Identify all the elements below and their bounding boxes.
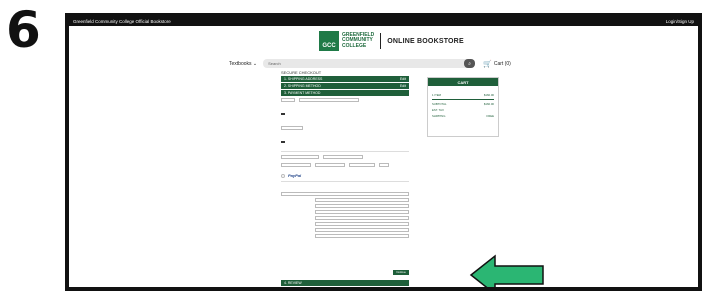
billing-field[interactable]: [315, 198, 409, 202]
cart-line-shipping: SHIPPING FREE: [428, 113, 498, 119]
cart-title: CART: [428, 78, 498, 86]
section-payment-method: 3. PAYMENT METHOD: [281, 90, 409, 96]
login-link[interactable]: Login/Sign Up: [666, 19, 694, 24]
pointer-arrow-icon: [469, 254, 544, 287]
cart-link[interactable]: 🛒 Cart (0): [483, 60, 511, 68]
billing-field[interactable]: [315, 210, 409, 214]
cart-line-value: FREE: [486, 113, 494, 118]
gcc-logo[interactable]: GCC: [319, 31, 339, 51]
paypal-radio[interactable]: [281, 173, 285, 178]
checkout-panel: SECURE CHECKOUT 1. SHIPPING ADDRESS Edit …: [281, 70, 409, 240]
payment-info-row: [281, 98, 409, 102]
store-name: ONLINE BOOKSTORE: [387, 37, 464, 45]
edit-link[interactable]: Edit: [400, 77, 406, 81]
tutorial-screenshot: 6 Greenfield Community College Official …: [0, 0, 707, 293]
chevron-down-icon: ⌄: [252, 60, 258, 67]
paypal-option[interactable]: PayPal: [281, 173, 409, 178]
top-bar: Greenfield Community College Official Bo…: [69, 17, 698, 26]
search-input[interactable]: Search ⌕: [263, 59, 476, 68]
logo-line3: COLLEGE: [342, 42, 367, 49]
checkout-title: SECURE CHECKOUT: [281, 70, 322, 75]
cardholder-field[interactable]: [281, 163, 311, 167]
section-label: 1. SHIPPING ADDRESS: [284, 77, 323, 81]
arrow-shape: [469, 254, 544, 287]
payment-field[interactable]: [281, 98, 295, 102]
brand-header: GCC GREENFIELD COMMUNITY COLLEGE ONLINE …: [319, 31, 464, 51]
cart-line-label: 1 ITEM: [432, 93, 442, 97]
step-number: 6: [6, 1, 41, 59]
section-review: 4. REVIEW: [281, 280, 409, 286]
divider: [281, 181, 409, 182]
cvv-field[interactable]: [349, 163, 375, 167]
apply-button[interactable]: [281, 113, 285, 115]
expiration-field[interactable]: [315, 163, 345, 167]
card-details-row: [281, 163, 409, 167]
billing-field[interactable]: [315, 234, 409, 238]
billing-field[interactable]: [315, 222, 409, 226]
card-number-field[interactable]: [323, 155, 363, 159]
browser-frame: Greenfield Community College Official Bo…: [65, 13, 702, 291]
section-shipping-address[interactable]: 1. SHIPPING ADDRESS Edit: [281, 76, 409, 82]
cart-summary: CART 1 ITEM $160.00 SUBTOTAL $160.00 EST. …: [427, 77, 499, 137]
textbooks-menu[interactable]: Textbooks ⌄: [229, 61, 257, 67]
cart-line-label: SHIPPING: [432, 113, 446, 118]
card-type-field[interactable]: [281, 155, 319, 159]
billing-select[interactable]: [281, 192, 409, 196]
continue-button[interactable]: Continue: [393, 270, 409, 275]
cart-line-value: $160.00: [483, 101, 494, 106]
cart-line-label: SUBTOTAL: [432, 101, 447, 106]
brand-divider: [380, 33, 382, 49]
section-label: 3. PAYMENT METHOD: [284, 91, 321, 95]
cart-line-value: $160.00: [483, 93, 494, 97]
billing-address-fields: [281, 192, 409, 240]
billing-field[interactable]: [315, 228, 409, 232]
textbooks-label: Textbooks: [229, 60, 252, 67]
search-placeholder: Search: [268, 61, 281, 66]
cart-line-label: EST. TAX: [432, 107, 444, 112]
billing-field[interactable]: [315, 216, 409, 220]
divider: [281, 151, 409, 152]
edit-link[interactable]: Edit: [400, 84, 406, 88]
promo-code-field[interactable]: [281, 126, 303, 130]
payment-field[interactable]: [299, 98, 359, 102]
search-button[interactable]: ⌕: [464, 59, 476, 68]
section-label: 2. SHIPPING METHOD: [284, 84, 321, 88]
paypal-logo-icon: PayPal: [288, 173, 302, 178]
section-shipping-method[interactable]: 2. SHIPPING METHOD Edit: [281, 83, 409, 89]
card-row: [281, 155, 409, 159]
search-icon: ⌕: [468, 60, 472, 67]
cart-line-items: 1 ITEM $160.00: [428, 92, 498, 98]
apply-promo-button[interactable]: [281, 141, 285, 143]
billing-field[interactable]: [315, 204, 409, 208]
divider: [432, 99, 494, 100]
cart-count: Cart (0): [493, 60, 511, 67]
zip-field[interactable]: [379, 163, 389, 167]
college-name: GREENFIELD COMMUNITY COLLEGE: [342, 32, 374, 50]
cart-icon: 🛒: [483, 60, 492, 68]
nav-row: Textbooks ⌄ Search ⌕ 🛒 Cart (0): [229, 59, 511, 68]
site-name: Greenfield Community College Official Bo…: [73, 19, 171, 24]
